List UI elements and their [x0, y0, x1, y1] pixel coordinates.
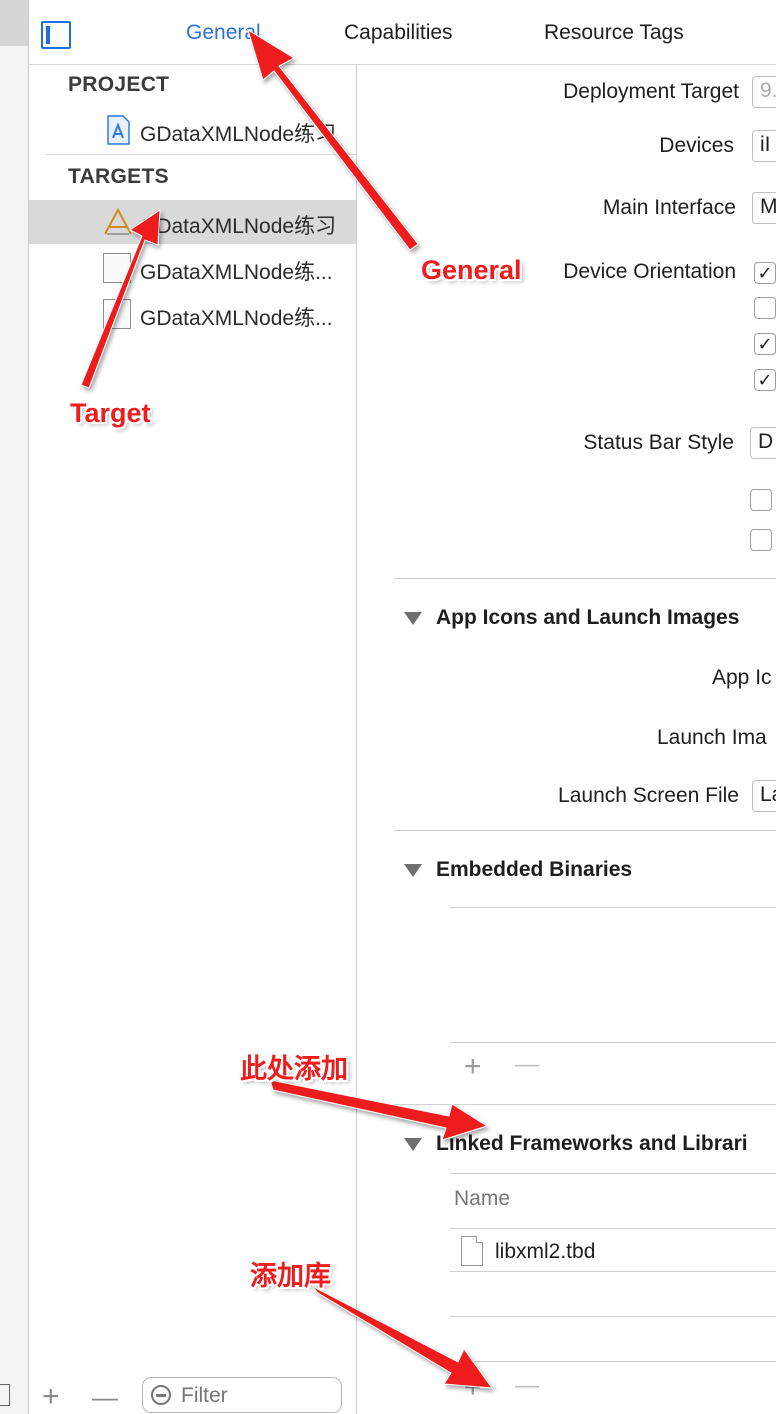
targets-header: TARGETS	[68, 165, 169, 188]
annotation-general: General	[421, 255, 522, 285]
launch-images-source-label: Launch Ima	[657, 726, 767, 749]
navigator-edge	[0, 0, 29, 1414]
requires-fullscreen-checkbox[interactable]	[750, 529, 772, 551]
general-settings: Deployment Target 9. Devices iI Main Int…	[357, 65, 776, 1414]
disclosure-triangle-icon[interactable]	[404, 1138, 422, 1151]
deployment-target-field[interactable]: 9.	[752, 76, 776, 108]
sidebar-item-project[interactable]: GDataXMLNode练习	[29, 108, 356, 152]
tab-resource-tags[interactable]: Resource Tags	[544, 21, 684, 45]
target-label: GDataXMLNode练...	[140, 307, 333, 330]
framework-name: libxml2.tbd	[495, 1240, 596, 1263]
launch-screen-file-field[interactable]: La	[752, 780, 776, 812]
tab-general[interactable]: General	[186, 21, 261, 45]
remove-target-button[interactable]: —	[92, 1382, 118, 1412]
list-bottom-border	[450, 1361, 776, 1362]
target-label: GDataXMLNode练习	[140, 215, 337, 238]
status-bar-style-popup[interactable]: D	[750, 427, 776, 459]
row-divider	[450, 1271, 776, 1272]
row-divider	[450, 1316, 776, 1317]
xcodeproj-icon	[107, 115, 130, 145]
add-framework-button[interactable]: +	[464, 1373, 482, 1403]
file-icon	[461, 1236, 483, 1266]
sidebar-item-target-app[interactable]: GDataXMLNode练习	[29, 200, 356, 244]
section-divider	[394, 1104, 776, 1105]
sidebar-item-target-uitests[interactable]: GDataXMLNode练...	[29, 292, 356, 336]
tab-capabilities[interactable]: Capabilities	[344, 21, 453, 45]
editor-tab-bar: General Capabilities Resource Tags	[29, 0, 776, 65]
disclosure-triangle-icon[interactable]	[404, 864, 422, 877]
annotation-add-library: 添加库	[250, 1261, 331, 1291]
list-bottom-border	[450, 1042, 776, 1043]
main-interface-combo[interactable]: M	[752, 192, 776, 224]
device-orientation-label: Device Orientation	[563, 260, 736, 283]
add-embedded-binary-button[interactable]: +	[464, 1052, 482, 1082]
annotation-target: Target	[70, 398, 151, 428]
filter-icon	[151, 1385, 171, 1405]
section-divider	[394, 830, 776, 831]
navigator-filter-icon[interactable]	[0, 1384, 10, 1406]
section-divider	[394, 578, 776, 579]
orientation-checkbox[interactable]: ✓	[754, 369, 776, 391]
linked-frameworks-section-title: Linked Frameworks and Librari	[436, 1132, 748, 1155]
filter-field[interactable]	[142, 1377, 342, 1413]
name-column-header[interactable]: Name	[454, 1187, 510, 1211]
remove-framework-button[interactable]: —	[515, 1371, 539, 1401]
remove-embedded-binary-button[interactable]: —	[515, 1050, 539, 1080]
status-bar-style-label: Status Bar Style	[583, 431, 734, 454]
annotation-add-here: 此处添加	[240, 1054, 348, 1084]
devices-popup[interactable]: iI	[752, 130, 776, 162]
list-top-border	[450, 1173, 776, 1174]
list-item[interactable]: libxml2.tbd	[450, 1229, 776, 1271]
project-header: PROJECT	[68, 73, 170, 96]
project-label: GDataXMLNode练习	[140, 123, 337, 146]
test-bundle-icon	[103, 253, 131, 283]
app-target-icon	[104, 207, 132, 235]
add-target-button[interactable]: +	[42, 1382, 60, 1412]
navigator-selection	[0, 0, 28, 46]
orientation-checkbox[interactable]: ✓	[754, 262, 776, 284]
embedded-binaries-list	[450, 908, 776, 1042]
targets-sidebar: PROJECT GDataXMLNode练习 TARGETS GDataXMLN…	[29, 65, 357, 1414]
main-interface-label: Main Interface	[602, 196, 736, 219]
sidebar-toggle-icon[interactable]	[41, 21, 71, 49]
app-icons-section-title: App Icons and Launch Images	[436, 606, 740, 629]
target-label: GDataXMLNode练...	[140, 261, 333, 284]
app-icons-source-label: App Ic	[712, 666, 772, 689]
hide-status-bar-checkbox[interactable]	[750, 489, 772, 511]
devices-label: Devices	[659, 134, 734, 157]
deployment-target-label: Deployment Target	[563, 80, 739, 103]
disclosure-triangle-icon[interactable]	[404, 612, 422, 625]
test-bundle-icon	[103, 299, 131, 329]
launch-screen-file-label: Launch Screen File	[558, 784, 739, 807]
sidebar-divider	[45, 154, 356, 155]
embedded-binaries-section-title: Embedded Binaries	[436, 858, 633, 881]
orientation-checkbox[interactable]	[754, 297, 776, 319]
filter-input[interactable]	[179, 1381, 333, 1411]
sidebar-item-target-tests[interactable]: GDataXMLNode练...	[29, 246, 356, 290]
orientation-checkbox[interactable]: ✓	[754, 333, 776, 355]
